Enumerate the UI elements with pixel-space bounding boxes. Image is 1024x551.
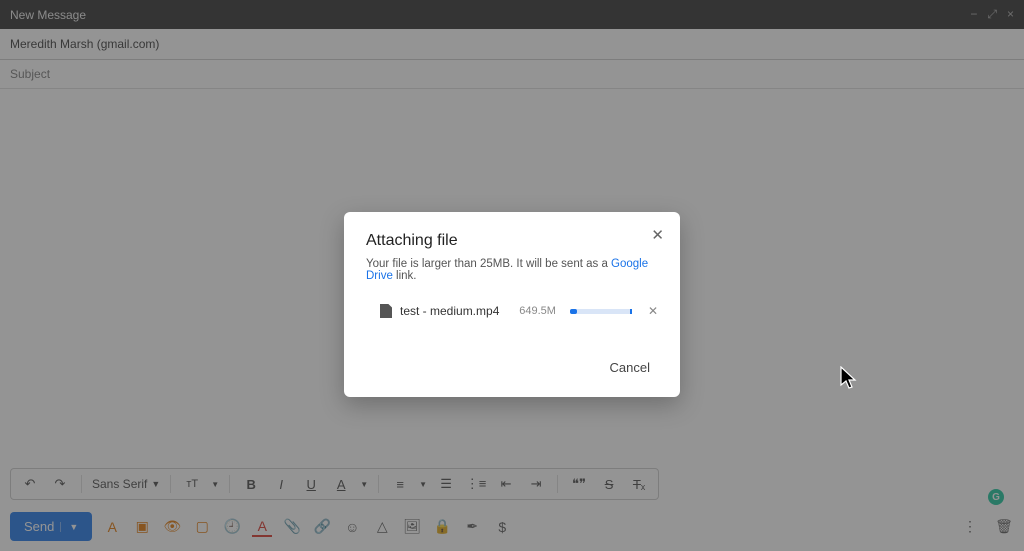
undo-icon[interactable]: ↶ bbox=[19, 473, 41, 495]
window-title: New Message bbox=[10, 8, 86, 22]
align-icon[interactable]: ≡ bbox=[389, 473, 411, 495]
modal-title: Attaching file bbox=[366, 232, 658, 250]
caret-down-icon: ▼ bbox=[360, 480, 368, 489]
attaching-file-modal: ✕ Attaching file Your file is larger tha… bbox=[344, 212, 680, 397]
numbered-list-icon[interactable]: ☰ bbox=[435, 473, 457, 495]
upload-progress-bar bbox=[570, 309, 632, 314]
caret-down-icon: ▼ bbox=[419, 480, 427, 489]
schedule-icon[interactable]: 🕘 bbox=[222, 517, 242, 537]
recipient-field[interactable]: Meredith Marsh (gmail.com) bbox=[0, 29, 1024, 60]
caret-down-icon: ▼ bbox=[211, 480, 219, 489]
upload-file-name: test - medium.mp4 bbox=[400, 304, 511, 318]
insert-money-icon[interactable]: $ bbox=[492, 517, 512, 537]
quote-icon[interactable]: ❝❞ bbox=[568, 473, 590, 495]
video-icon[interactable]: ▣ bbox=[132, 517, 152, 537]
bold-icon[interactable]: B bbox=[240, 473, 262, 495]
send-options-caret-icon[interactable]: ▼ bbox=[60, 522, 78, 532]
formatting-options-icon[interactable]: A bbox=[102, 517, 122, 537]
upload-progress-fill bbox=[570, 309, 577, 314]
subject-field[interactable]: Subject bbox=[0, 60, 1024, 89]
attach-file-icon[interactable]: 📎 bbox=[282, 517, 302, 537]
confidential-mode-icon[interactable]: 🔒 bbox=[432, 517, 452, 537]
insert-link-icon[interactable]: 🔗 bbox=[312, 517, 332, 537]
snippet-icon[interactable]: ▢ bbox=[192, 517, 212, 537]
italic-icon[interactable]: I bbox=[270, 473, 292, 495]
indent-less-icon[interactable]: ⇤ bbox=[495, 473, 517, 495]
modal-message: Your file is larger than 25MB. It will b… bbox=[366, 258, 658, 282]
insert-photo-icon[interactable]: 🖼 bbox=[402, 517, 422, 537]
more-options-icon[interactable]: ⋮ bbox=[960, 517, 980, 537]
redo-icon[interactable]: ↷ bbox=[49, 473, 71, 495]
recipient-chip[interactable]: Meredith Marsh (gmail.com) bbox=[10, 37, 159, 51]
text-format-icon[interactable]: A bbox=[252, 517, 272, 537]
formatting-toolbar: ↶ ↷ Sans Serif ▼ ᴛT ▼ B I U A ▼ ≡ ▼ ☰ ⋮≡… bbox=[10, 468, 659, 500]
compose-titlebar: New Message − ⤢ × bbox=[0, 0, 1024, 29]
visibility-icon[interactable]: 👁 bbox=[162, 517, 182, 537]
font-size-icon[interactable]: ᴛT bbox=[181, 473, 203, 495]
pop-out-icon[interactable]: ⤢ bbox=[987, 7, 997, 22]
grammarly-icon[interactable]: G bbox=[988, 489, 1004, 505]
caret-down-icon: ▼ bbox=[151, 479, 160, 489]
cancel-button[interactable]: Cancel bbox=[602, 354, 658, 381]
subject-placeholder: Subject bbox=[10, 67, 50, 81]
send-button[interactable]: Send ▼ bbox=[10, 512, 92, 541]
insert-emoji-icon[interactable]: ☺ bbox=[342, 517, 362, 537]
cancel-upload-icon[interactable]: ✕ bbox=[648, 304, 658, 318]
modal-close-icon[interactable]: ✕ bbox=[651, 226, 664, 244]
insert-signature-icon[interactable]: ✒ bbox=[462, 517, 482, 537]
upload-file-size: 649.5M bbox=[519, 305, 556, 317]
font-family-selector[interactable]: Sans Serif ▼ bbox=[92, 477, 160, 491]
insert-drive-icon[interactable]: △ bbox=[372, 517, 392, 537]
upload-file-row: test - medium.mp4 649.5M ✕ bbox=[366, 304, 658, 318]
strikethrough-icon[interactable]: S bbox=[598, 473, 620, 495]
remove-formatting-icon[interactable]: Tₓ bbox=[628, 473, 650, 495]
underline-icon[interactable]: U bbox=[300, 473, 322, 495]
text-color-icon[interactable]: A bbox=[330, 473, 352, 495]
minimize-icon[interactable]: − bbox=[970, 7, 977, 22]
compose-bottombar: Send ▼ A ▣ 👁 ▢ 🕘 A 📎 🔗 ☺ △ 🖼 🔒 ✒ $ ⋮ 🗑 bbox=[0, 506, 1024, 551]
discard-draft-icon[interactable]: 🗑 bbox=[994, 517, 1014, 537]
bulleted-list-icon[interactable]: ⋮≡ bbox=[465, 473, 487, 495]
close-icon[interactable]: × bbox=[1007, 7, 1014, 22]
indent-more-icon[interactable]: ⇥ bbox=[525, 473, 547, 495]
file-icon bbox=[380, 304, 392, 318]
